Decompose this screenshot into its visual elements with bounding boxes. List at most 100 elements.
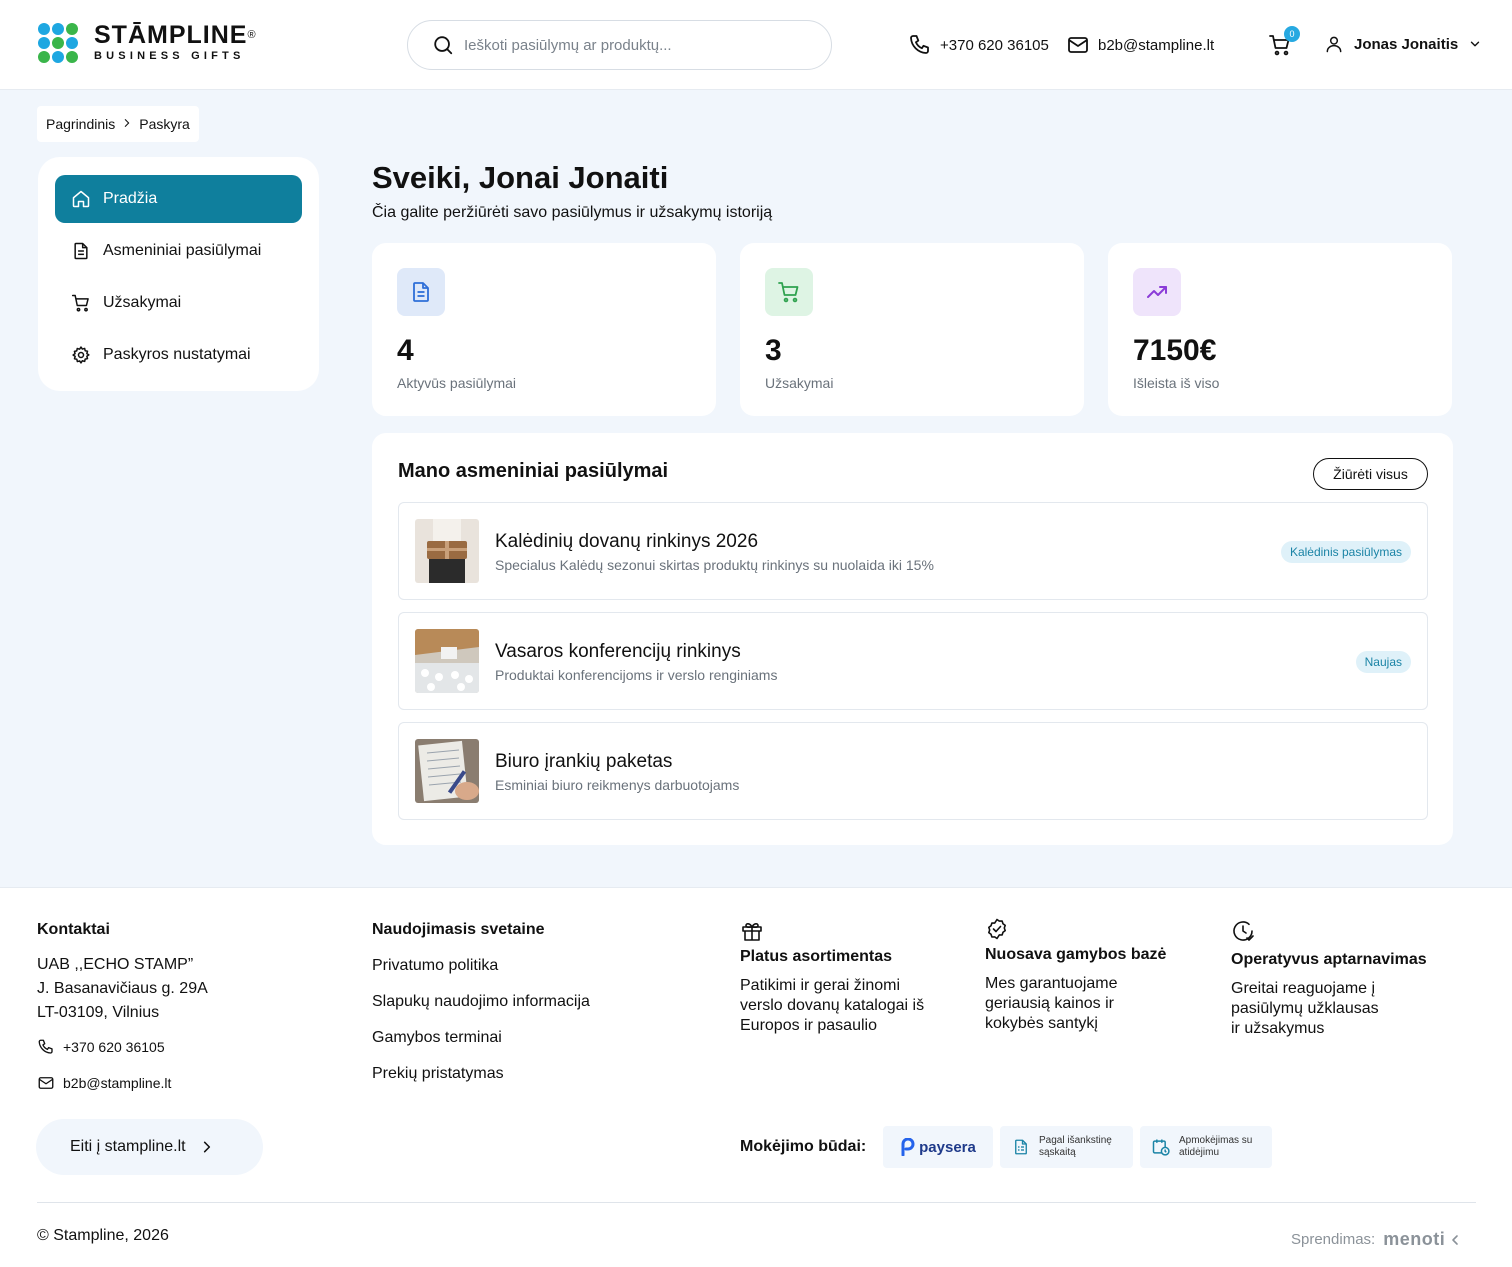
sidebar-item-label: Užsakymai — [103, 294, 182, 311]
chevron-left-icon — [1452, 1234, 1459, 1245]
mail-icon — [1068, 37, 1088, 53]
cart-count-badge: 0 — [1284, 26, 1300, 42]
header-cart-button[interactable]: 0 — [1268, 26, 1300, 59]
offer-name: Kalėdinių dovanų rinkinys 2026 — [495, 531, 759, 552]
feature-text-line: Europos ir pasaulio — [740, 1017, 877, 1034]
site-footer: Kontaktai UAB ,,ECHO STAMP” J. Basanavič… — [0, 887, 1512, 1267]
sidebar-item-label: Pradžia — [103, 190, 158, 207]
breadcrumb-home[interactable]: Pagrindinis — [46, 116, 115, 132]
offer-thumbnail — [415, 519, 479, 583]
cart-icon — [71, 294, 89, 312]
logo-tagline: BUSINESS GIFTS — [94, 50, 245, 62]
footer-link-production-terms[interactable]: Gamybos terminai — [372, 1029, 502, 1047]
feature-text-line: Patikimi ir gerai žinomi — [740, 977, 901, 994]
footer-email[interactable]: b2b@stampline.lt — [37, 1074, 171, 1092]
document-icon — [74, 242, 88, 260]
phone-icon — [38, 1039, 53, 1054]
header-phone-text: +370 620 36105 — [940, 36, 1049, 54]
feature-title: Platus asortimentas — [740, 948, 893, 965]
stampline-logo[interactable]: STĀMPLINE® BUSINESS GIFTS — [38, 22, 257, 63]
feature-title: Nuosava gamybos bazė — [985, 946, 1167, 963]
paysera-logo — [901, 1138, 915, 1156]
page-title: Sveiki, Jonai Jonaiti — [372, 160, 669, 195]
main-content: Pagrindinis Paskyra Pradžia Asmeniniai p… — [0, 90, 1512, 887]
feature-text-line: kokybės santykį — [985, 1015, 1098, 1032]
sidebar-item-label: Asmeniniai pasiūlymai — [103, 242, 262, 259]
stat-card-orders: 3 Užsakymai — [740, 243, 1084, 416]
sidebar-item-label: Paskyros nustatymai — [103, 346, 251, 363]
offer-description: Produktai konferencijoms ir verslo rengi… — [495, 667, 778, 683]
sidebar-item-offers[interactable]: Asmeniniai pasiūlymai — [55, 227, 302, 275]
footer-phone-text: +370 620 36105 — [63, 1039, 165, 1055]
footer-divider — [37, 1202, 1476, 1203]
trending-up-icon — [1133, 268, 1181, 316]
footer-city: LT-03109, Vilnius — [37, 1004, 160, 1021]
paysera-wordmark: paysera — [919, 1138, 976, 1156]
solution-credit[interactable]: Sprendimas: menoti — [1291, 1229, 1461, 1250]
footer-phone[interactable]: +370 620 36105 — [37, 1038, 165, 1056]
breadcrumb: Pagrindinis Paskyra — [37, 106, 199, 142]
logo-dots — [38, 22, 78, 63]
offer-card[interactable]: Biuro įrankių paketas Esminiai biuro rei… — [398, 722, 1428, 820]
copyright: © Stampline, 2026 — [37, 1227, 169, 1244]
offer-card[interactable]: Vasaros konferencijų rinkinys Produktai … — [398, 612, 1428, 710]
feature-text-line: Greitai reaguojame į — [1231, 980, 1376, 997]
stat-value: 4 — [397, 334, 414, 367]
stat-label: Aktyvūs pasiūlymai — [397, 375, 517, 391]
user-menu[interactable]: Jonas Jonaitis — [1324, 33, 1482, 55]
offer-thumbnail — [415, 629, 479, 693]
see-all-button[interactable]: Žiūrėti visus — [1313, 458, 1428, 490]
header-email-text: b2b@stampline.lt — [1098, 36, 1215, 54]
stat-label: Užsakymai — [765, 375, 834, 391]
feature-text-line: Mes garantuojame — [985, 975, 1118, 992]
menoti-logo: menoti — [1383, 1229, 1446, 1249]
payment-method-label: Apmokėjimas su atidėjimu — [1179, 1135, 1253, 1158]
payment-method-deferred: Apmokėjimas su atidėjimu — [1140, 1126, 1272, 1168]
user-icon — [1326, 36, 1342, 53]
header-email[interactable]: b2b@stampline.lt — [1066, 33, 1214, 57]
footer-company: UAB ,,ECHO STAMP” — [37, 956, 194, 973]
sidebar-item-home[interactable]: Pradžia — [55, 175, 302, 223]
stat-value: 7150€ — [1133, 334, 1217, 367]
home-icon — [72, 190, 90, 208]
offer-description: Esminiai biuro reikmenys darbuotojams — [495, 777, 740, 793]
mail-icon — [38, 1077, 54, 1089]
site-header: STĀMPLINE® BUSINESS GIFTS +370 620 36105… — [0, 0, 1512, 90]
goto-stampline-button[interactable]: Eiti į stampline.lt — [36, 1119, 263, 1175]
phone-icon — [910, 35, 929, 54]
feature-text-line: pasiūlymų užklausas — [1231, 1000, 1379, 1017]
offer-card[interactable]: Kalėdinių dovanų rinkinys 2026 Specialus… — [398, 502, 1428, 600]
goto-label: Eiti į stampline.lt — [70, 1138, 186, 1155]
document-icon — [397, 268, 445, 316]
search-input[interactable] — [464, 36, 804, 54]
footer-contacts-title: Kontaktai — [37, 921, 110, 938]
logo-registered-mark: ® — [247, 29, 257, 41]
offer-tag: Naujas — [1355, 651, 1411, 673]
footer-email-text: b2b@stampline.lt — [63, 1075, 172, 1091]
feature-text-line: verslo dovanų katalogai iš — [740, 997, 925, 1014]
payment-methods-label: Mokėjimo būdai: — [740, 1138, 867, 1155]
calendar-clock-icon — [1152, 1139, 1170, 1156]
footer-link-cookies[interactable]: Slapukų naudojimo informacija — [372, 993, 590, 1011]
feature-text-line: ir užsakymus — [1231, 1020, 1325, 1037]
footer-usage-title: Naudojimasis svetaine — [372, 921, 545, 938]
sidebar-item-orders[interactable]: Užsakymai — [55, 279, 302, 327]
breadcrumb-current: Paskyra — [139, 116, 190, 132]
solution-label: Sprendimas: — [1291, 1231, 1376, 1248]
footer-link-delivery[interactable]: Prekių pristatymas — [372, 1065, 504, 1083]
chevron-right-icon — [203, 1141, 210, 1153]
offer-name: Biuro įrankių paketas — [495, 751, 673, 772]
payment-method-paysera: paysera — [883, 1126, 993, 1168]
offer-tag: Kalėdinis pasiūlymas — [1280, 541, 1411, 563]
stat-card-total-spent: 7150€ Išleista iš viso — [1108, 243, 1452, 416]
sidebar-item-settings[interactable]: Paskyros nustatymai — [55, 331, 302, 379]
footer-link-privacy[interactable]: Privatumo politika — [372, 957, 498, 975]
payment-method-invoice: Pagal išankstinę sąskaitą — [1000, 1126, 1133, 1168]
search-bar[interactable] — [407, 20, 832, 70]
user-name: Jonas Jonaitis — [1354, 35, 1459, 53]
chevron-right-icon — [122, 116, 132, 132]
personal-offers-panel: Mano asmeniniai pasiūlymai Žiūrėti visus… — [372, 433, 1453, 845]
offers-title: Mano asmeniniai pasiūlymai — [398, 460, 669, 482]
header-phone[interactable]: +370 620 36105 — [908, 33, 1049, 57]
offer-thumbnail — [415, 739, 479, 803]
